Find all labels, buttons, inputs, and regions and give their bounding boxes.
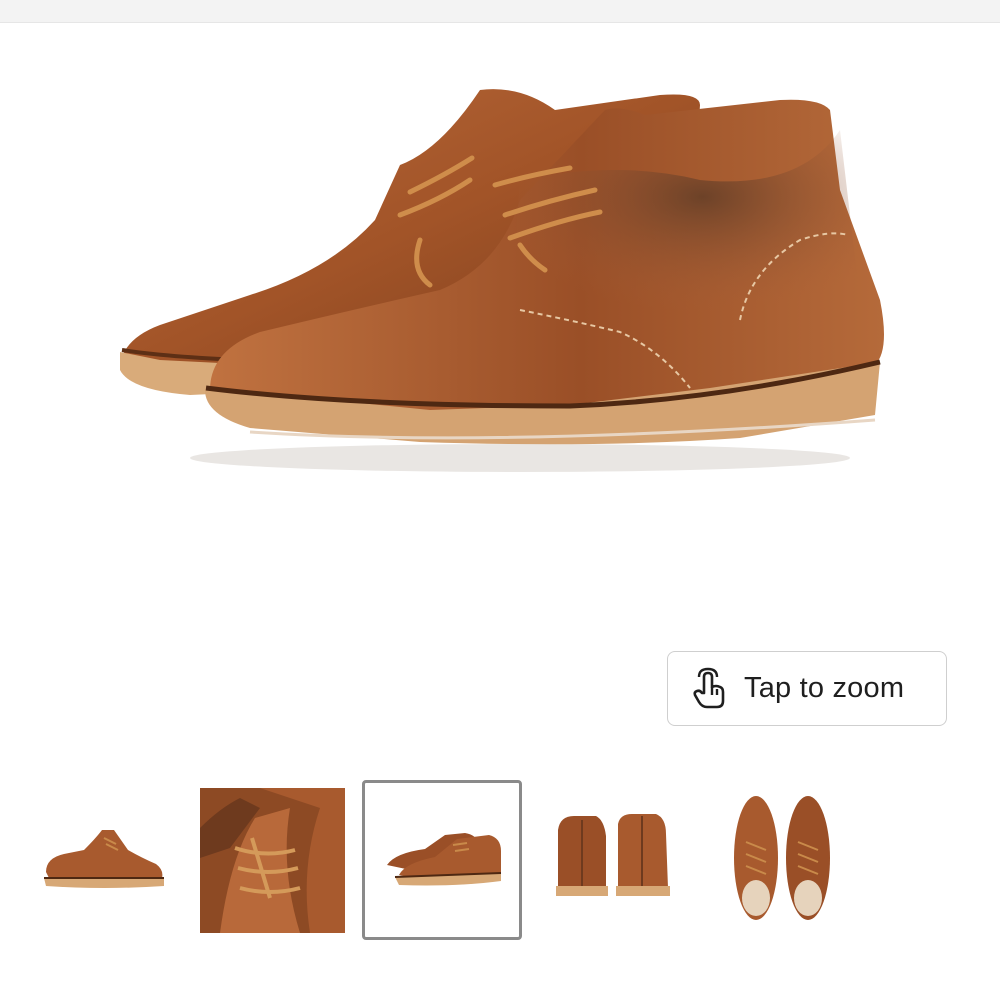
thumbnail-top-view[interactable]	[720, 780, 880, 940]
tap-to-zoom-label: Tap to zoom	[744, 672, 905, 704]
tap-to-zoom-button[interactable]: Tap to zoom	[667, 651, 947, 726]
thumbnail-strip	[0, 780, 1000, 945]
top-bar	[0, 0, 1000, 23]
thumbnail-pair-angle[interactable]	[362, 780, 522, 940]
tap-gesture-icon	[690, 667, 730, 711]
main-product-image[interactable]	[100, 70, 900, 490]
thumbnail-back-view[interactable]	[548, 780, 708, 940]
thumbnail-side-view[interactable]	[24, 780, 184, 940]
thumbnail-laces-closeup[interactable]	[200, 788, 345, 933]
product-gallery: Tap to zoom	[0, 0, 1000, 1000]
